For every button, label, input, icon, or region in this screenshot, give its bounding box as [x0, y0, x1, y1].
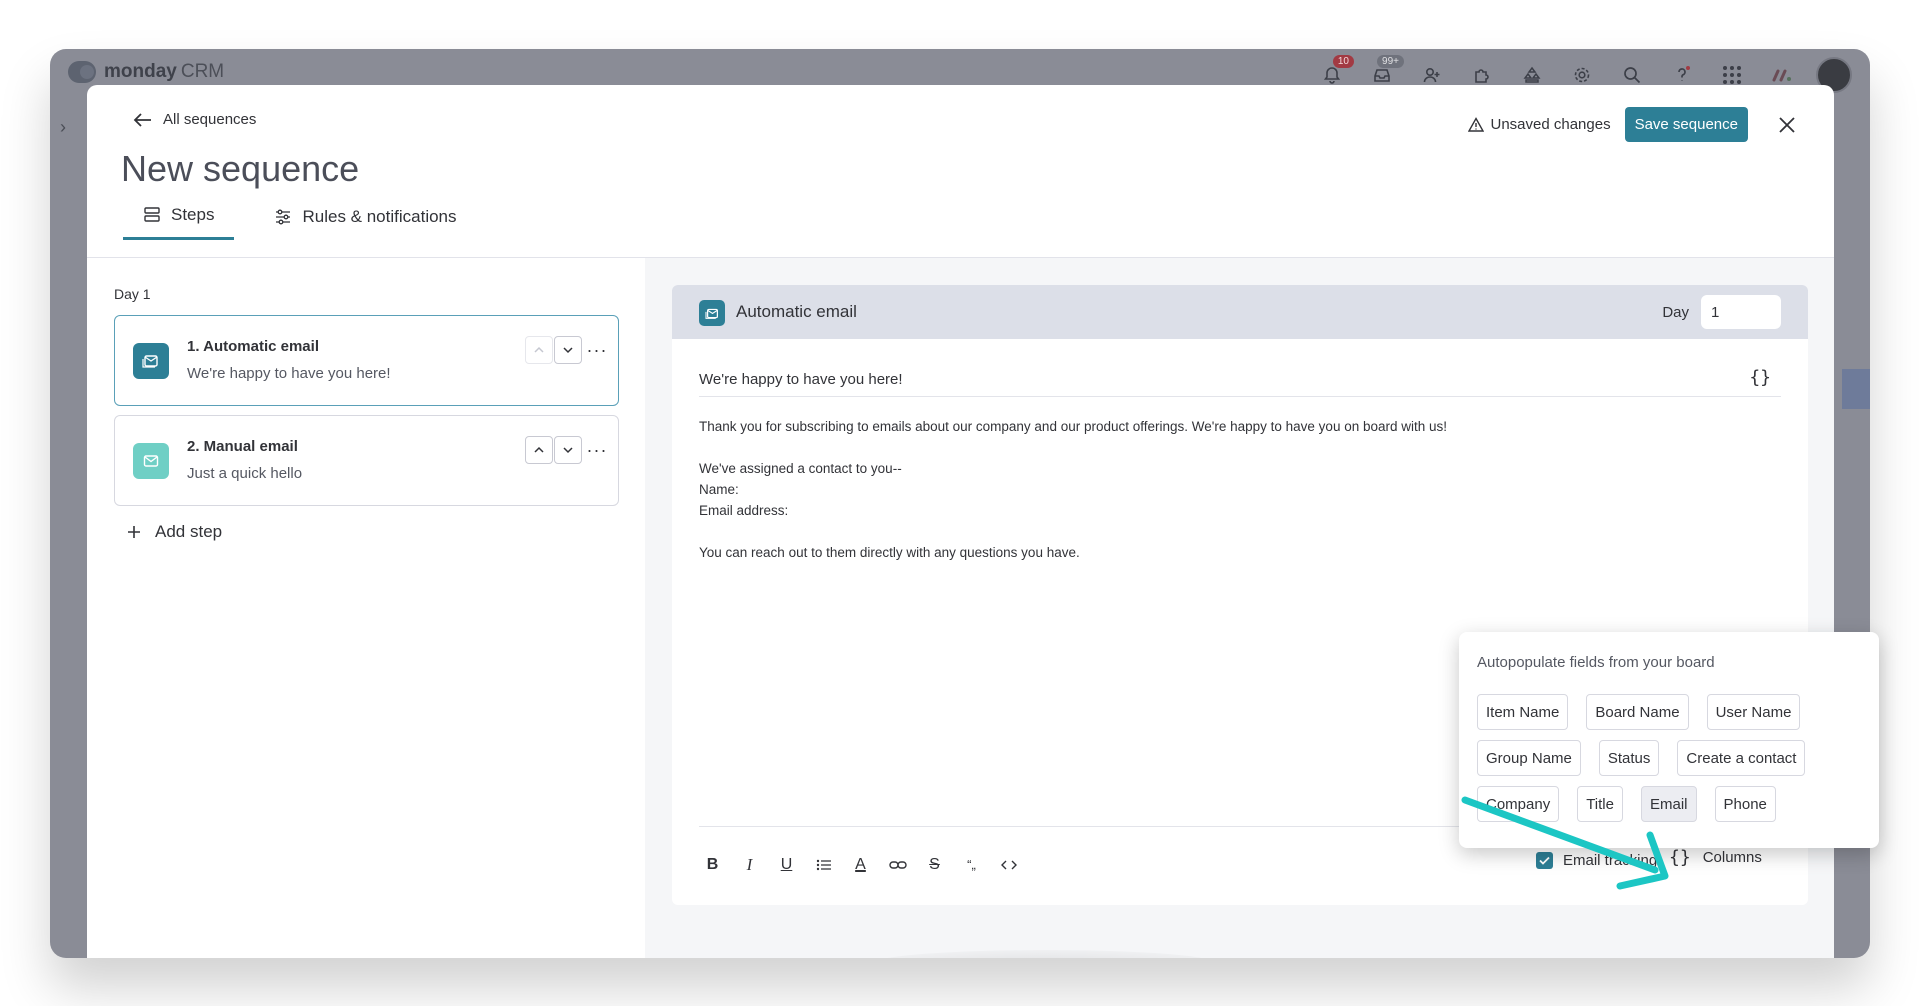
field-chip-phone[interactable]: Phone: [1714, 786, 1776, 822]
day-label: Day 1: [114, 286, 151, 302]
move-up-button[interactable]: [525, 336, 553, 364]
email-body[interactable]: Thank you for subscribing to emails abou…: [699, 416, 1779, 563]
step-subtitle: Just a quick hello: [187, 465, 303, 482]
background-accent: [1842, 369, 1870, 409]
field-chip-status[interactable]: Status: [1598, 740, 1660, 776]
columns-label: Columns: [1702, 849, 1762, 866]
save-sequence-button[interactable]: Save sequence: [1624, 107, 1748, 142]
modal-tabs: Steps Rules & notifications: [123, 205, 477, 240]
arrow-left-icon: [133, 112, 151, 127]
tab-steps-label: Steps: [171, 205, 215, 224]
back-to-sequences-link[interactable]: All sequences: [133, 111, 256, 128]
body-line: We've assigned a contact to you--: [699, 461, 902, 476]
tab-rules-label: Rules & notifications: [302, 206, 457, 226]
step-title: 2. Manual email: [187, 438, 298, 455]
add-step-label: Add step: [155, 522, 223, 541]
body-line: [699, 437, 1779, 458]
warning-icon: [1468, 116, 1485, 132]
chevron-up-icon: [534, 346, 544, 353]
inbox-badge: 99+: [1377, 55, 1404, 68]
subject-text: We're happy to have you here!: [699, 371, 903, 388]
manual-email-icon: [133, 443, 169, 479]
brand[interactable]: monday CRM: [68, 61, 224, 83]
field-chip-create-contact[interactable]: Create a contact: [1677, 740, 1806, 776]
day-input[interactable]: [1701, 295, 1781, 329]
plus-icon: [128, 526, 140, 538]
unsaved-changes-indicator: Unsaved changes: [1468, 116, 1611, 133]
unsaved-changes-label: Unsaved changes: [1490, 116, 1611, 133]
field-chip-group-name[interactable]: Group Name: [1477, 740, 1581, 776]
step-subtitle: We're happy to have you here!: [187, 365, 391, 382]
automatic-email-icon: [133, 343, 169, 379]
steps-panel: Day 1 1. Automatic email We're happy to …: [87, 258, 645, 958]
field-chip-item-name[interactable]: Item Name: [1477, 694, 1569, 730]
step-card-automatic-email[interactable]: 1. Automatic email We're happy to have y…: [114, 315, 619, 406]
format-toolbar: B I U A S “„: [699, 851, 1022, 878]
tab-steps[interactable]: Steps: [123, 205, 235, 240]
field-chip-board-name[interactable]: Board Name: [1586, 694, 1689, 730]
body-line: Thank you for subscribing to emails abou…: [699, 419, 1448, 434]
chevron-down-icon: [563, 347, 573, 354]
strikethrough-icon[interactable]: S: [921, 851, 948, 878]
steps-icon: [144, 207, 160, 222]
popover-title: Autopopulate fields from your board: [1477, 654, 1715, 671]
day-selector: Day: [1662, 295, 1781, 329]
bold-icon[interactable]: B: [699, 851, 726, 878]
field-chip-user-name[interactable]: User Name: [1706, 694, 1801, 730]
scroll-shadow: [875, 950, 1215, 958]
body-line: [699, 521, 1779, 542]
move-up-button[interactable]: [525, 436, 553, 464]
brand-sub: CRM: [180, 61, 225, 82]
step-card-manual-email[interactable]: 2. Manual email Just a quick hello ···: [114, 415, 619, 506]
subject-field[interactable]: We're happy to have you here! {}: [699, 365, 1781, 397]
body-line: Name:: [699, 482, 739, 497]
more-options-icon[interactable]: ···: [583, 336, 611, 364]
bullet-list-icon[interactable]: [810, 851, 837, 878]
monday-logo-icon: [68, 61, 96, 83]
body-line: You can reach out to them directly with …: [699, 545, 1080, 560]
notifications-badge: 10: [1332, 55, 1354, 68]
automatic-email-icon: [699, 300, 725, 326]
expand-sidebar-icon[interactable]: ›: [60, 117, 66, 138]
field-chip-row: Item Name Board Name User Name: [1477, 694, 1801, 730]
insert-column-braces-icon[interactable]: {}: [1749, 367, 1771, 388]
chevron-up-icon: [534, 446, 544, 453]
brand-name: monday: [104, 61, 177, 82]
page-title: New sequence: [121, 148, 360, 189]
step-title: 1. Automatic email: [187, 338, 319, 355]
text-color-icon[interactable]: A: [847, 851, 874, 878]
header-actions: Unsaved changes Save sequence: [1468, 107, 1796, 142]
sliders-icon: [276, 209, 291, 224]
editor-header-title: Automatic email: [736, 302, 857, 321]
tab-rules-notifications[interactable]: Rules & notifications: [254, 205, 476, 240]
columns-button[interactable]: {} Columns: [1669, 847, 1762, 868]
day-selector-label: Day: [1662, 303, 1689, 321]
back-link-label: All sequences: [163, 111, 257, 128]
chevron-down-icon: [563, 447, 573, 454]
body-line: Email address:: [699, 503, 789, 518]
field-chip-row: Group Name Status Create a contact: [1477, 740, 1806, 776]
link-icon[interactable]: [884, 851, 911, 878]
italic-icon[interactable]: I: [736, 851, 763, 878]
editor-header: Automatic email Day: [672, 285, 1808, 339]
move-down-button[interactable]: [554, 436, 582, 464]
more-options-icon[interactable]: ···: [583, 436, 611, 464]
underline-icon[interactable]: U: [773, 851, 800, 878]
annotation-arrow: [1461, 796, 1669, 890]
move-down-button[interactable]: [554, 336, 582, 364]
quote-icon[interactable]: “„: [958, 851, 985, 878]
add-step-button[interactable]: Add step: [127, 522, 222, 542]
close-modal-icon[interactable]: [1778, 112, 1796, 138]
code-icon[interactable]: [995, 851, 1022, 878]
